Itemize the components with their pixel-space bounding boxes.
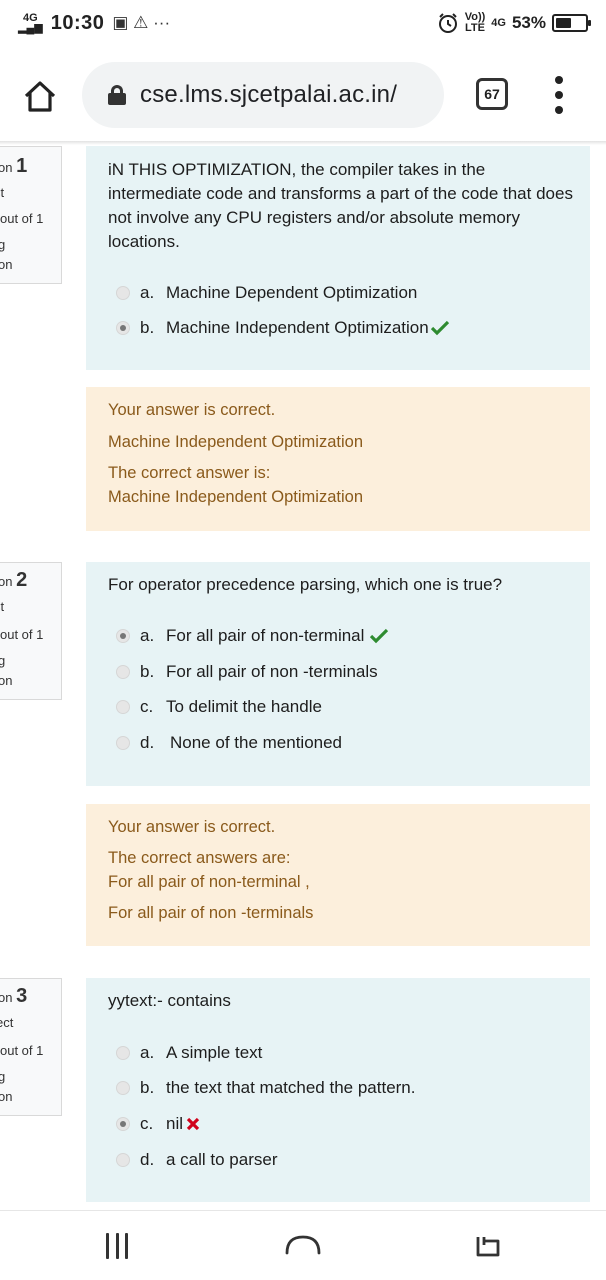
radio-button[interactable] — [116, 665, 130, 679]
back-icon[interactable] — [474, 1233, 502, 1259]
feedback-box-1: Your answer is correct. Machine Independ… — [86, 387, 590, 531]
radio-button[interactable] — [116, 629, 130, 643]
question-box-3: yytext:- contains a. A simple text b. th… — [86, 978, 590, 1202]
option-text: A simple text — [166, 1043, 263, 1062]
battery-percent: 53% — [511, 13, 546, 32]
answer-option[interactable]: a. For all pair of non-terminal — [116, 624, 389, 648]
answer-option[interactable]: b. For all pair of non -terminals — [116, 660, 378, 684]
radio-button[interactable] — [116, 1153, 130, 1167]
radio-button[interactable] — [116, 1046, 130, 1060]
nav-home-icon[interactable] — [284, 1231, 322, 1261]
option-text: the text that matched the pattern. — [166, 1078, 416, 1097]
option-text: To delimit the handle — [166, 697, 322, 716]
signal-icon: 4G ▂▄▆ — [18, 12, 43, 34]
flag-label-2: on — [0, 673, 13, 688]
tab-switcher-button[interactable]: 67 — [476, 78, 508, 110]
radio-button[interactable] — [116, 286, 130, 300]
feedback-line: For all pair of non -terminals — [108, 904, 314, 922]
question-number: 1 — [16, 155, 28, 177]
radio-button[interactable] — [116, 700, 130, 714]
question-text: For operator precedence parsing, which o… — [108, 575, 503, 594]
option-text: None of the mentioned — [170, 733, 343, 752]
question-box-2: For operator precedence parsing, which o… — [86, 562, 590, 786]
flag-label-2: on — [0, 257, 13, 272]
radio-button[interactable] — [116, 1081, 130, 1095]
url-text: cse.lms.sjcetpalai.ac.in/ — [140, 81, 398, 108]
question-text: yytext:- contains — [108, 991, 231, 1010]
address-bar[interactable]: cse.lms.sjcetpalai.ac.in/ — [82, 62, 444, 128]
feedback-line: The correct answers are: — [108, 849, 291, 867]
option-text: Machine Dependent Optimization — [166, 283, 418, 302]
question-status: ect — [0, 1015, 14, 1030]
answer-option[interactable]: a. Machine Dependent Optimization — [116, 281, 417, 305]
question-mark: out of 1 — [0, 1043, 44, 1058]
option-text: Machine Independent Optimization — [166, 318, 429, 337]
feedback-box-2: Your answer is correct. The correct answ… — [86, 804, 590, 946]
answer-option[interactable]: d. None of the mentioned — [116, 731, 342, 755]
clock: 10:30 — [50, 11, 105, 34]
screen: 4G ▂▄▆ 10:30 ▣ ⚠ ··· Vo)) LTE 4G 53% cse… — [0, 0, 606, 1280]
radio-button[interactable] — [116, 1117, 130, 1131]
flag-label-2: on — [0, 1089, 13, 1104]
question-mark: out of 1 — [0, 627, 44, 642]
question-number: 2 — [16, 569, 28, 591]
feedback-line: Your answer is correct. — [108, 401, 276, 419]
home-icon[interactable] — [20, 76, 60, 116]
lock-icon — [108, 85, 126, 105]
option-text: For all pair of non-terminal — [166, 626, 365, 645]
answer-option[interactable]: a. A simple text — [116, 1041, 262, 1065]
option-text: a call to parser — [166, 1150, 278, 1169]
answer-option[interactable]: b. the text that matched the pattern. — [116, 1076, 416, 1100]
system-nav-bar — [0, 1210, 606, 1280]
feedback-line: Machine Independent Optimization — [108, 488, 363, 506]
flag-label: g — [0, 1069, 5, 1084]
battery-icon — [552, 14, 591, 32]
answer-option[interactable]: b. Machine Independent Optimization — [116, 316, 449, 340]
answer-option[interactable]: d. a call to parser — [116, 1148, 278, 1172]
question-info-3: on 3 ect out of 1 g on — [0, 978, 62, 1116]
feedback-line: For all pair of non-terminal , — [108, 873, 310, 891]
status-bar: 4G ▂▄▆ 10:30 ▣ ⚠ ··· Vo)) LTE 4G 53% — [0, 0, 606, 46]
browser-toolbar: cse.lms.sjcetpalai.ac.in/ 67 — [0, 54, 606, 138]
feedback-line: Machine Independent Optimization — [108, 433, 363, 451]
cross-icon — [186, 1117, 200, 1131]
flag-label: g — [0, 237, 5, 252]
question-status: ct — [0, 599, 5, 614]
check-icon — [370, 628, 389, 644]
flag-label: g — [0, 653, 5, 668]
question-info-2: on 2 ct out of 1 g on — [0, 562, 62, 700]
answer-option[interactable]: c. nil — [116, 1112, 200, 1136]
radio-button[interactable] — [116, 321, 130, 335]
more-vert-icon[interactable] — [554, 76, 564, 114]
alarm-icon — [438, 13, 457, 33]
recents-icon[interactable] — [106, 1233, 128, 1259]
option-text: For all pair of non -terminals — [166, 662, 378, 681]
question-status: ct — [0, 185, 5, 200]
notification-icons: ▣ ⚠ ··· — [112, 13, 171, 32]
question-number: 3 — [16, 985, 28, 1007]
check-icon — [430, 320, 449, 336]
question-text: iN THIS OPTIMIZATION, the compiler takes… — [108, 160, 573, 251]
feedback-line: The correct answer is: — [108, 464, 271, 482]
volte-indicator: Vo)) LTE — [464, 11, 486, 34]
question-mark: out of 1 — [0, 211, 44, 226]
answer-option[interactable]: c. To delimit the handle — [116, 695, 322, 719]
question-box-1: iN THIS OPTIMIZATION, the compiler takes… — [86, 146, 590, 370]
radio-button[interactable] — [116, 736, 130, 750]
question-info-1: on 1 ct out of 1 g on — [0, 146, 62, 284]
feedback-line: Your answer is correct. — [108, 818, 276, 836]
option-text: nil — [166, 1114, 184, 1133]
network-right: 4G — [491, 16, 506, 29]
